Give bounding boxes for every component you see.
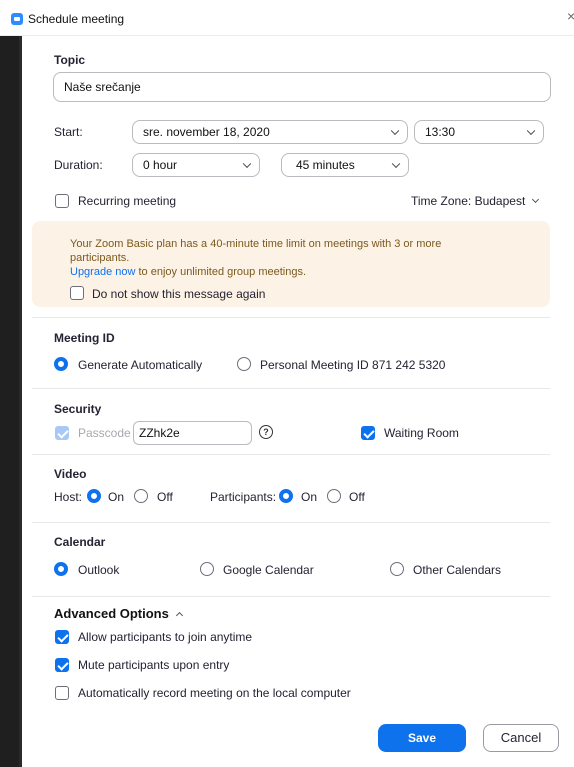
divider xyxy=(32,388,550,389)
notice-text-line3: to enjoy unlimited group meetings. xyxy=(135,266,307,278)
start-date-select[interactable]: sre. november 18, 2020 xyxy=(132,120,408,144)
passcode-checkbox[interactable] xyxy=(55,426,69,440)
passcode-input[interactable]: ZZhk2e xyxy=(133,421,252,445)
topic-input-value: Naše srečanje xyxy=(64,80,141,94)
chevron-down-icon xyxy=(532,195,540,204)
recurring-label: Recurring meeting xyxy=(78,194,177,208)
participants-video-off-label: Off xyxy=(349,490,365,504)
background-app-edge xyxy=(0,0,22,767)
dialog-body xyxy=(22,0,574,767)
window-title: Schedule meeting xyxy=(28,12,125,26)
waiting-room-checkbox[interactable] xyxy=(361,426,375,440)
auto-record-label: Automatically record meeting on the loca… xyxy=(78,686,351,700)
duration-minutes-value: 45 minutes xyxy=(296,158,355,172)
host-video-off-radio[interactable] xyxy=(134,489,148,503)
duration-minutes-select[interactable]: 45 minutes xyxy=(281,153,409,177)
start-time-value: 13:30 xyxy=(425,125,456,139)
participants-video-on-label: On xyxy=(301,490,318,504)
divider xyxy=(32,317,550,318)
meeting-id-heading: Meeting ID xyxy=(54,331,115,345)
chevron-down-icon xyxy=(391,159,401,169)
chevron-up-icon xyxy=(175,611,183,620)
waiting-room-label: Waiting Room xyxy=(384,426,459,440)
mute-on-entry-label: Mute participants upon entry xyxy=(78,658,230,672)
generate-automatically-label: Generate Automatically xyxy=(78,358,203,372)
notice-text-line1: Your Zoom Basic plan has a 40-minute tim… xyxy=(70,238,442,250)
video-host-label: Host: xyxy=(54,490,83,504)
video-participants-label: Participants: xyxy=(210,490,277,504)
advanced-options-heading: Advanced Options xyxy=(54,606,169,621)
chevron-down-icon xyxy=(390,126,400,136)
advanced-options-toggle[interactable]: Advanced Options xyxy=(54,606,183,621)
topic-input[interactable]: Naše srečanje xyxy=(53,72,551,102)
allow-join-anytime-label: Allow participants to join anytime xyxy=(78,630,253,644)
video-heading: Video xyxy=(54,467,87,481)
close-icon[interactable]: × xyxy=(567,8,574,24)
timezone-select[interactable]: Time Zone: Budapest xyxy=(411,194,540,208)
notice-upgrade-row: Upgrade now to enjoy unlimited group mee… xyxy=(70,266,306,278)
participants-video-off-radio[interactable] xyxy=(327,489,341,503)
recurring-checkbox[interactable] xyxy=(55,194,69,208)
dismiss-notice-checkbox[interactable] xyxy=(70,286,84,300)
passcode-label: Passcode xyxy=(78,426,131,440)
upgrade-now-link[interactable]: Upgrade now xyxy=(70,266,135,278)
calendar-google-radio[interactable] xyxy=(200,562,214,576)
generate-automatically-radio[interactable] xyxy=(54,357,68,371)
calendar-outlook-radio[interactable] xyxy=(54,562,68,576)
help-icon[interactable]: ? xyxy=(259,425,273,439)
calendar-heading: Calendar xyxy=(54,535,106,549)
start-label: Start: xyxy=(54,125,83,139)
auto-record-checkbox[interactable] xyxy=(55,686,69,700)
calendar-other-radio[interactable] xyxy=(390,562,404,576)
duration-label: Duration: xyxy=(54,158,103,172)
cancel-button[interactable]: Cancel xyxy=(483,724,559,752)
start-date-value: sre. november 18, 2020 xyxy=(143,125,270,139)
mute-on-entry-checkbox[interactable] xyxy=(55,658,69,672)
calendar-google-label: Google Calendar xyxy=(223,563,314,577)
personal-meeting-id-label: Personal Meeting ID 871 242 5320 xyxy=(260,358,446,372)
notice-text-line2: participants. xyxy=(70,252,130,264)
participants-video-on-radio[interactable] xyxy=(279,489,293,503)
calendar-other-label: Other Calendars xyxy=(413,563,502,577)
chevron-down-icon xyxy=(526,126,536,136)
host-video-on-label: On xyxy=(108,490,125,504)
divider xyxy=(32,522,550,523)
timezone-label: Time Zone: Budapest xyxy=(411,194,526,208)
start-time-select[interactable]: 13:30 xyxy=(414,120,544,144)
save-button[interactable]: Save xyxy=(378,724,466,752)
host-video-on-radio[interactable] xyxy=(87,489,101,503)
security-heading: Security xyxy=(54,402,102,416)
host-video-off-label: Off xyxy=(157,490,173,504)
duration-hours-value: 0 hour xyxy=(143,158,178,172)
personal-meeting-id-radio[interactable] xyxy=(237,357,251,371)
chevron-down-icon xyxy=(242,159,252,169)
topic-heading: Topic xyxy=(54,53,86,67)
divider xyxy=(32,454,550,455)
duration-hours-select[interactable]: 0 hour xyxy=(132,153,260,177)
title-bar: Schedule meeting × xyxy=(0,0,574,36)
passcode-value: ZZhk2e xyxy=(139,426,180,440)
zoom-app-icon xyxy=(11,13,23,25)
divider xyxy=(32,596,550,597)
schedule-meeting-window: Schedule meeting × Topic Naše srečanje S… xyxy=(0,0,574,767)
dismiss-notice-label: Do not show this message again xyxy=(92,287,266,301)
calendar-outlook-label: Outlook xyxy=(78,563,120,577)
allow-join-anytime-checkbox[interactable] xyxy=(55,630,69,644)
